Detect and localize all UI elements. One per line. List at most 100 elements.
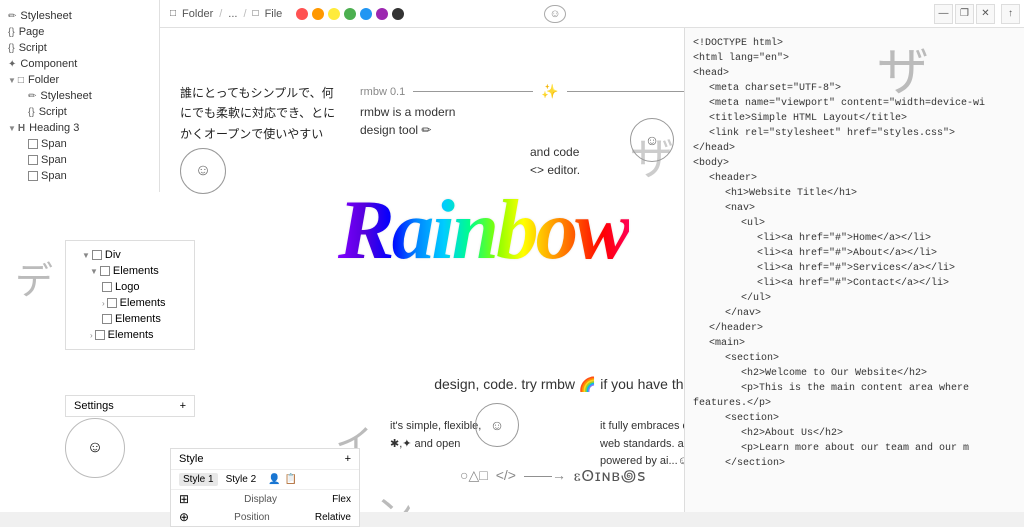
tree-item-span2[interactable]: Span <box>0 152 159 168</box>
n-katakana: ン <box>375 483 413 512</box>
breadcrumb-file[interactable]: File <box>265 8 283 20</box>
arrow-icon: ——→ <box>524 467 566 483</box>
span1-checkbox[interactable] <box>28 139 38 149</box>
color-blue[interactable] <box>360 8 372 20</box>
code-line-16: <li><a href="#">Services</a></li> <box>693 261 1016 276</box>
it-simple-text: it's simple, flexible, ✱,✦ and open <box>390 420 481 450</box>
color-yellow[interactable] <box>328 8 340 20</box>
window-chrome: — ❐ ✕ ↑ <box>934 0 1024 28</box>
span2-checkbox[interactable] <box>28 155 38 165</box>
top-toolbar: □ Folder / ... / □ File ☺ <box>160 0 1024 28</box>
color-orange[interactable] <box>312 8 324 20</box>
tree-item-folder[interactable]: ▼ □ Folder <box>0 72 159 88</box>
de-katakana: デ <box>15 250 53 305</box>
code-line-10: <header> <box>693 171 1016 186</box>
component-icon: ✦ <box>8 59 16 70</box>
code-line-11: <h1>Website Title</h1> <box>693 186 1016 201</box>
code-line-15: <li><a href="#">About</a></li> <box>693 246 1016 261</box>
style-panel-plus[interactable]: + <box>345 453 351 465</box>
style-copy-icon: 📋 <box>285 474 297 485</box>
za-topright-katakana: ザ <box>877 30 929 105</box>
position-value: Relative <box>315 512 351 523</box>
maximize-button[interactable]: ❐ <box>955 4 974 24</box>
style-position-row: ⊕ Position Relative <box>171 508 359 526</box>
jp-description-text: 誰にとってもシンプルで、何 にでも柔軟に対応でき、とに かくオープンで使いやすい <box>180 86 335 141</box>
code-line-12: <nav> <box>693 201 1016 216</box>
display-value: Flex <box>332 494 351 505</box>
file-icon: □ <box>253 8 259 19</box>
rmbw-version: rmbw 0.1 <box>360 86 405 98</box>
elements1-checkbox[interactable] <box>100 266 110 276</box>
code-line-5: <meta name="viewport" content="width=dev… <box>693 96 1016 111</box>
smiley-left: ☺ <box>180 148 226 194</box>
logo-text: ꮛʘɪɴʙ꩜ꜱ <box>574 463 647 487</box>
color-green[interactable] <box>344 8 356 20</box>
tree-item-page[interactable]: {} Page <box>0 24 159 40</box>
breadcrumb-sep1: / <box>219 8 222 20</box>
color-red[interactable] <box>296 8 308 20</box>
stylesheet2-icon: ✏ <box>28 91 36 102</box>
code-line-8: </head> <box>693 141 1016 156</box>
style-user-icon: 👤 <box>268 474 280 485</box>
code-line-19: </nav> <box>693 306 1016 321</box>
code-line-28: <p>Learn more about our team and our m <box>693 441 1016 456</box>
elements2-checkbox[interactable] <box>107 298 117 308</box>
jp-description: 誰にとってもシンプルで、何 にでも柔軟に対応でき、とに かくオープンで使いやすい <box>180 83 340 144</box>
style-tab-2[interactable]: Style 2 <box>222 473 261 486</box>
tree-item-stylesheet2[interactable]: ✏ Stylesheet <box>0 88 159 104</box>
elements4-checkbox[interactable] <box>95 330 105 340</box>
elements3-checkbox[interactable] <box>102 314 112 324</box>
logo-checkbox[interactable] <box>102 282 112 292</box>
style-tab-1[interactable]: Style 1 <box>179 473 218 486</box>
tree-item-component[interactable]: ✦ Component <box>0 56 159 72</box>
code-line-27: <h2>About Us</h2> <box>693 426 1016 441</box>
bottom-symbols: ○△□ </> ——→ ꮛʘɪɴʙ꩜ꜱ <box>460 463 647 487</box>
bottom-it-simple: it's simple, flexible, ✱,✦ and open <box>390 418 481 453</box>
elements4-chevron: › <box>90 331 93 340</box>
tree-item-span3[interactable]: Span <box>0 168 159 184</box>
tree-item-script2[interactable]: {} Script <box>0 104 159 120</box>
span3-checkbox[interactable] <box>28 171 38 181</box>
stylesheet-icon: ✏ <box>8 11 16 22</box>
shapes-icon: ○△□ <box>460 467 488 484</box>
tree-item-heading3[interactable]: ▼ H Heading 3 <box>0 120 159 136</box>
div-checkbox[interactable] <box>92 250 102 260</box>
style-panel-title: Style <box>179 453 203 465</box>
style-panel-header: Style + <box>171 449 359 470</box>
rainbow-text: Rainbow <box>338 188 629 273</box>
tree-item-stylesheet[interactable]: ✏ Stylesheet <box>0 8 159 24</box>
display-label: Display <box>244 494 277 505</box>
breadcrumb-sep2: / <box>243 8 246 20</box>
smiley-top-right: ☺ <box>630 118 674 162</box>
tree-item-script[interactable]: {} Script <box>0 40 159 56</box>
tree-panel: ✏ Stylesheet {} Page {} Script ✦ Compone… <box>0 0 160 192</box>
rainbow-label: Rainbow <box>338 183 629 277</box>
minimize-button[interactable]: — <box>934 4 953 24</box>
position-label: Position <box>234 512 270 523</box>
smiley-bottom-center: ☺ <box>475 403 519 447</box>
and-code-text: and code <> editor. <box>530 145 580 177</box>
code-line-1: <!DOCTYPE html> <box>693 36 1016 51</box>
rmbw-star: ✨ <box>541 83 558 100</box>
page-icon: {} <box>8 27 15 38</box>
code-line-7: <link rel="stylesheet" href="styles.css"… <box>693 126 1016 141</box>
tree-item-span1[interactable]: Span <box>0 136 159 152</box>
code-line-14: <li><a href="#">Home</a></li> <box>693 231 1016 246</box>
code-line-2: <html lang="en"> <box>693 51 1016 66</box>
smiley-bottom-icon: ☺ <box>490 417 504 433</box>
color-dark[interactable] <box>392 8 404 20</box>
color-purple[interactable] <box>376 8 388 20</box>
style-tabs: Style 1 Style 2 👤 📋 <box>171 470 359 490</box>
rmbw-tagline: rmbw is a modern design tool ✏ <box>360 103 455 139</box>
breadcrumb-dots[interactable]: ... <box>228 8 237 20</box>
collapse-button[interactable]: ↑ <box>1001 4 1020 24</box>
close-button[interactable]: ✕ <box>976 4 995 24</box>
code-line-9: <body> <box>693 156 1016 171</box>
rmbw-line-left <box>413 91 533 92</box>
code-line-26: <section> <box>693 411 1016 426</box>
style-panel: Style + Style 1 Style 2 👤 📋 ⊞ Display Fl… <box>170 448 360 527</box>
code-line-29: </section> <box>693 456 1016 471</box>
display-grid-icon: ⊞ <box>179 492 189 506</box>
breadcrumb-folder[interactable]: Folder <box>182 8 213 20</box>
and-code-editor: and code <> editor. <box>530 143 580 179</box>
